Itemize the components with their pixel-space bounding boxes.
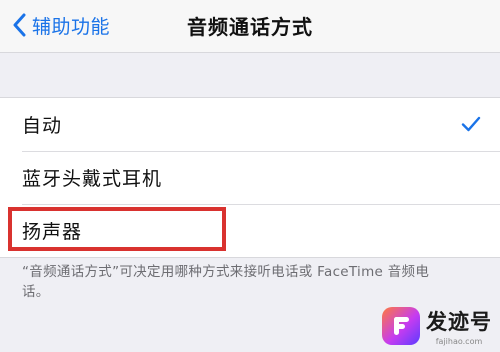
option-label: 蓝牙头戴式耳机 (22, 168, 163, 190)
watermark-text: 发迹号 fajihao.com (426, 306, 492, 346)
navigation-bar: 辅助功能 音频通话方式 (0, 0, 500, 53)
option-bluetooth-headset[interactable]: 蓝牙头戴式耳机 (0, 151, 500, 204)
watermark-name: 发迹号 (426, 310, 492, 334)
fajihao-logo-icon (382, 307, 420, 345)
page-title: 音频通话方式 (187, 15, 313, 39)
watermark: 发迹号 fajihao.com (382, 306, 492, 346)
audio-route-options: 自动 蓝牙头戴式耳机 扬声器 (0, 97, 500, 258)
option-automatic[interactable]: 自动 (0, 98, 500, 151)
option-label: 自动 (22, 115, 63, 137)
footer-description: “音频通话方式”可决定用哪种方式来接听电话或 FaceTime 音频电话。 (22, 264, 430, 300)
checkmark-icon (460, 113, 482, 135)
option-label: 扬声器 (22, 221, 83, 243)
option-speaker[interactable]: 扬声器 (0, 204, 500, 257)
watermark-url: fajihao.com (435, 337, 483, 346)
